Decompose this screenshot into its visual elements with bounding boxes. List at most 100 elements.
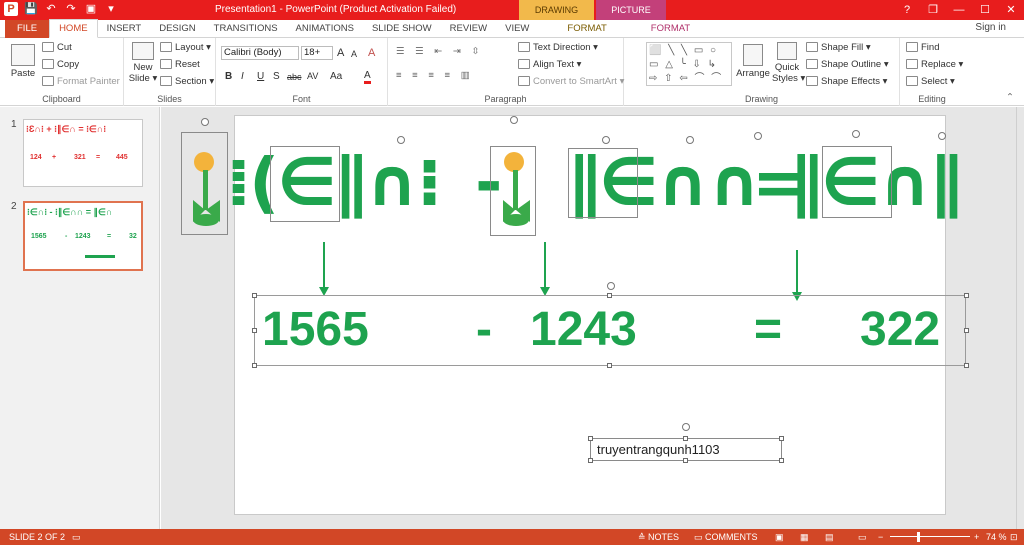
- rotate-handle-2[interactable]: [397, 136, 405, 144]
- customize-qat-icon[interactable]: ▾: [104, 2, 118, 16]
- author-handle-bm[interactable]: [683, 458, 688, 463]
- equation-handle-tl[interactable]: [252, 293, 257, 298]
- zoom-level[interactable]: 74 %: [986, 529, 1007, 545]
- find-button[interactable]: Find: [906, 42, 939, 53]
- copy-button[interactable]: Copy: [42, 59, 79, 70]
- list-buttons[interactable]: ☰ ☰ ⇤ ⇥ ⇳: [396, 46, 483, 57]
- equation-handle-bl[interactable]: [252, 363, 257, 368]
- tab-review[interactable]: REVIEW: [441, 20, 496, 38]
- strikethrough-button[interactable]: abc: [287, 72, 302, 82]
- shape-fill-button[interactable]: Shape Fill ▾: [806, 42, 871, 53]
- zoom-slider-thumb[interactable]: [917, 532, 920, 542]
- slide-sorter-icon[interactable]: ▦: [800, 529, 809, 545]
- help-button[interactable]: ?: [894, 0, 920, 20]
- fit-slide-icon[interactable]: ⊡: [1010, 529, 1018, 545]
- tab-file[interactable]: FILE: [5, 19, 50, 38]
- bold-button[interactable]: B: [225, 71, 232, 82]
- alignment-buttons[interactable]: ≡ ≡ ≡ ≡ ▥: [396, 70, 474, 81]
- arrow-a-line[interactable]: [323, 242, 325, 287]
- tab-picture-format[interactable]: FORMAT: [642, 20, 699, 38]
- normal-view-icon[interactable]: ▣: [775, 529, 784, 545]
- notes-button[interactable]: ≙ NOTES: [638, 529, 679, 545]
- text-direction-button[interactable]: Text Direction ▾: [518, 42, 598, 53]
- tab-slide-show[interactable]: SLIDE SHOW: [363, 20, 441, 38]
- equation-rotate-handle[interactable]: [607, 282, 615, 290]
- font-size-select[interactable]: 18+: [301, 46, 333, 60]
- underline-button[interactable]: U: [257, 71, 264, 82]
- reading-view-icon[interactable]: ▤: [825, 529, 834, 545]
- rotate-handle-6[interactable]: [754, 132, 762, 140]
- author-handle-br[interactable]: [779, 458, 784, 463]
- select-button[interactable]: Select ▾: [906, 76, 955, 87]
- undo-icon[interactable]: ↶: [44, 2, 58, 16]
- tab-animations[interactable]: ANIMATIONS: [287, 20, 363, 38]
- close-button[interactable]: ✕: [998, 0, 1024, 20]
- shape-selection-3[interactable]: [568, 148, 638, 218]
- tab-design[interactable]: DESIGN: [150, 20, 204, 38]
- tab-transitions[interactable]: TRANSITIONS: [205, 20, 287, 38]
- character-spacing-button[interactable]: AV: [307, 71, 318, 81]
- text-shadow-button[interactable]: S: [273, 71, 280, 82]
- author-rotate-handle[interactable]: [682, 423, 690, 431]
- shape-selection-2[interactable]: [490, 146, 536, 236]
- clear-formatting-button[interactable]: A: [368, 47, 375, 59]
- save-icon[interactable]: 💾: [24, 2, 38, 16]
- new-slide-button[interactable]: New Slide ▾: [128, 42, 158, 84]
- flower-picture-1[interactable]: [190, 150, 222, 228]
- slideshow-view-icon[interactable]: ▭: [858, 529, 867, 545]
- shape-selection-4[interactable]: [822, 146, 892, 218]
- equation-handle-mr[interactable]: [964, 328, 969, 333]
- shrink-font-button[interactable]: A: [351, 49, 357, 59]
- rotate-handle-3[interactable]: [510, 116, 518, 124]
- arrange-button[interactable]: Arrange: [736, 44, 770, 79]
- minimize-button[interactable]: —: [946, 0, 972, 20]
- tab-home[interactable]: HOME: [49, 19, 98, 38]
- section-button[interactable]: Section ▾: [160, 76, 214, 87]
- equation-handle-ml[interactable]: [252, 328, 257, 333]
- author-handle-tm[interactable]: [683, 436, 688, 441]
- font-name-select[interactable]: Calibri (Body): [221, 46, 299, 60]
- author-handle-tl[interactable]: [588, 436, 593, 441]
- equation-handle-tm[interactable]: [607, 293, 612, 298]
- comments-button[interactable]: ▭ COMMENTS: [694, 529, 758, 545]
- start-slideshow-icon[interactable]: ▣: [84, 2, 98, 16]
- vertical-scrollbar[interactable]: [1016, 107, 1024, 529]
- sign-in-link[interactable]: Sign in: [975, 22, 1006, 33]
- paste-button[interactable]: Paste: [8, 44, 38, 79]
- rotate-handle-4[interactable]: [602, 136, 610, 144]
- grow-font-button[interactable]: A: [337, 47, 344, 59]
- slide-thumbnail-2[interactable]: ⁝∈∩⁝ - ⁝∥∈∩∩ = ∥∈∩ 1565 - 1243 = 32: [23, 201, 143, 271]
- rotate-handle-1[interactable]: [201, 118, 209, 126]
- equation-handle-br[interactable]: [964, 363, 969, 368]
- equation-handle-bm[interactable]: [607, 363, 612, 368]
- tab-drawing-format[interactable]: FORMAT: [558, 20, 615, 38]
- layout-button[interactable]: Layout ▾: [160, 42, 211, 53]
- rotate-handle-5[interactable]: [686, 136, 694, 144]
- align-text-button[interactable]: Align Text ▾: [518, 59, 581, 70]
- slide-thumbnail-1[interactable]: ⁝Ɛ∩⁝ + ⁝∥∈∩ = ⁝∈∩⁝ 124 + 321 = 445: [23, 119, 143, 187]
- collapse-ribbon-icon[interactable]: ⌃: [1006, 92, 1014, 103]
- shape-outline-button[interactable]: Shape Outline ▾: [806, 59, 889, 70]
- zoom-out-button[interactable]: −: [878, 529, 883, 545]
- convert-smartart-button[interactable]: Convert to SmartArt ▾: [518, 76, 624, 87]
- maximize-button[interactable]: ☐: [972, 0, 998, 20]
- change-case-button[interactable]: Aa: [330, 71, 342, 82]
- shape-effects-button[interactable]: Shape Effects ▾: [806, 76, 887, 87]
- equation-handle-tr[interactable]: [964, 293, 969, 298]
- zoom-slider-track[interactable]: [890, 536, 970, 537]
- tab-insert[interactable]: INSERT: [98, 20, 151, 38]
- reset-button[interactable]: Reset: [160, 59, 200, 70]
- font-color-button[interactable]: A: [364, 70, 371, 84]
- italic-button[interactable]: I: [241, 71, 244, 82]
- tab-view[interactable]: VIEW: [496, 20, 538, 38]
- ribbon-display-button[interactable]: ❐: [920, 0, 946, 20]
- quick-styles-button[interactable]: Quick Styles ▾: [772, 42, 805, 84]
- replace-button[interactable]: Replace ▾: [906, 59, 963, 70]
- shapes-gallery[interactable]: ⬜ ╲ ╲ ▭ ○ ▭ △ ╰ ⇩ ↳ ⇨ ⇧ ⇦ ⌒ ⌒ ( ) { } ☆: [646, 42, 732, 86]
- powerpoint-app-icon[interactable]: P: [4, 2, 18, 16]
- arrow-b-line[interactable]: [544, 242, 546, 287]
- cut-button[interactable]: Cut: [42, 42, 72, 53]
- spell-check-icon[interactable]: ▭: [72, 529, 81, 545]
- author-handle-bl[interactable]: [588, 458, 593, 463]
- arrow-c-line[interactable]: [796, 250, 798, 292]
